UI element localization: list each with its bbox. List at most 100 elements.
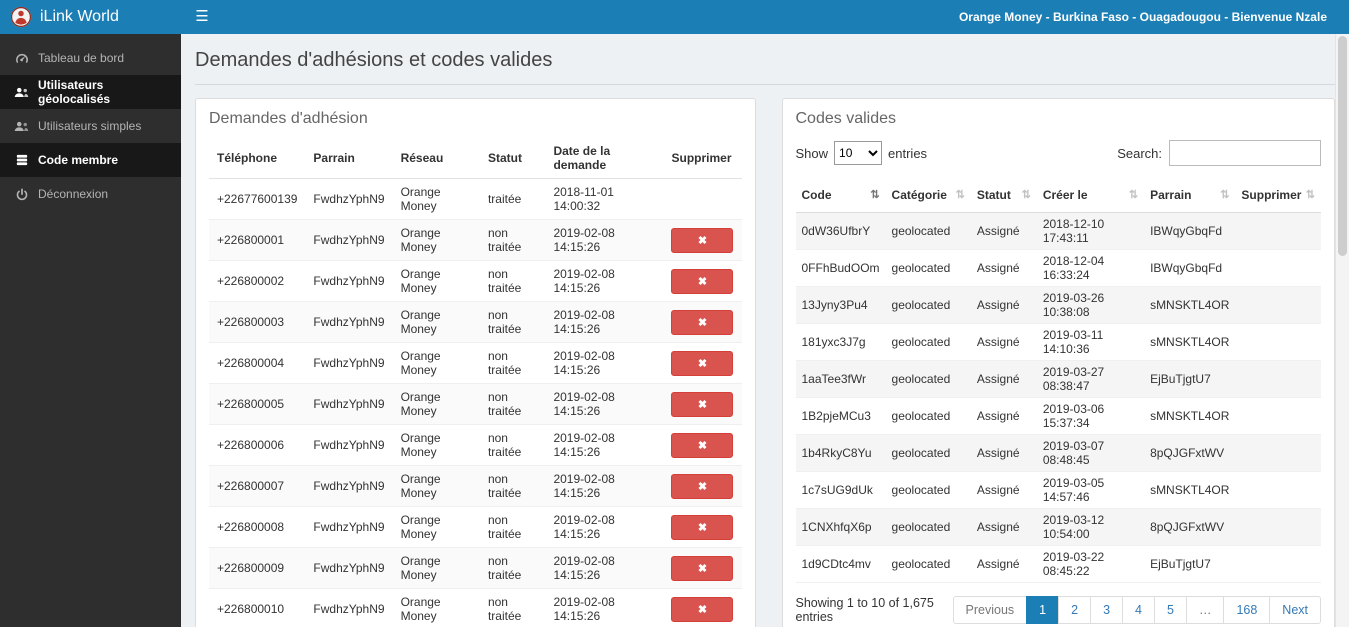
cell-supprimer-empty <box>1235 434 1321 472</box>
delete-x-icon: ✖ <box>697 275 708 288</box>
cell-supprimer: ✖ <box>663 424 742 466</box>
adhesion-row: +226800007 FwdhzYphN9 Orange Money non trai… <box>209 465 742 507</box>
entries-label: entries <box>888 145 928 161</box>
adhesions-column-header: Statut <box>479 138 546 179</box>
cell-telephone: +226800010 <box>209 588 306 627</box>
sidebar-item-dashboard[interactable]: Tableau de bord <box>0 41 181 75</box>
cell-parrain: FwdhzYphN9 <box>305 301 393 343</box>
search-input[interactable] <box>1169 140 1321 166</box>
codes-column-header[interactable]: Catégorie ⇅ <box>885 178 971 213</box>
column-label: Date de la demande <box>553 144 611 172</box>
search-control: Search: <box>1117 140 1321 166</box>
brand[interactable]: iLink World <box>0 0 181 34</box>
cell-statut: non traitée <box>479 547 546 589</box>
codes-column-header[interactable]: Statut ⇅ <box>970 178 1037 213</box>
page-length-select[interactable]: 10 <box>834 141 883 165</box>
cell-supprimer-empty <box>1235 323 1321 361</box>
adhesions-header-row: Téléphone Parrain Réseau Statut Date de la d… <box>209 138 742 179</box>
table-info: Showing 1 to 10 of 1,675 entries <box>795 595 934 624</box>
cell-date: 2019-02-08 14:15:26 <box>545 424 664 466</box>
cell-creer_le: 2019-03-05 14:57:46 <box>1036 471 1145 509</box>
cell-parrain: sMNSKTL4OR <box>1144 323 1236 361</box>
brand-title: iLink World <box>40 8 119 25</box>
codes-column-header[interactable]: Parrain ⇅ <box>1144 178 1236 213</box>
delete-button[interactable]: ✖ <box>671 350 734 376</box>
cell-supprimer: ✖ <box>663 301 742 343</box>
delete-button[interactable]: ✖ <box>671 268 734 294</box>
cell-parrain: sMNSKTL4OR <box>1144 471 1236 509</box>
page-button-5[interactable]: 5 <box>1153 595 1187 624</box>
page-button-4[interactable]: 4 <box>1122 595 1155 624</box>
page-button-1[interactable]: 1 <box>1026 595 1060 624</box>
cell-statut: non traitée <box>479 588 546 627</box>
delete-button[interactable]: ✖ <box>671 473 734 499</box>
cell-supprimer-empty <box>1235 397 1321 435</box>
delete-button[interactable]: ✖ <box>671 555 734 581</box>
column-label: Supprimer <box>671 151 732 165</box>
cell-supprimer-empty <box>1235 249 1321 287</box>
cell-creer_le: 2019-03-06 15:37:34 <box>1036 397 1145 435</box>
codes-column-header[interactable]: Créer le ⇅ <box>1036 178 1145 213</box>
delete-button[interactable]: ✖ <box>671 309 734 335</box>
sidebar-item-simple-users[interactable]: Utilisateurs simples <box>0 109 181 143</box>
cell-statut: non traitée <box>479 260 546 302</box>
cell-supprimer: ✖ <box>663 342 742 384</box>
cell-reseau: Orange Money <box>392 342 480 384</box>
codes-table: Code ⇅ Catégorie ⇅ Statut ⇅ Créer le ⇅ Parrain ⇅ S… <box>795 178 1321 583</box>
logo-icon <box>10 6 32 28</box>
page-button-previous[interactable]: Previous <box>952 595 1028 624</box>
page-button-168[interactable]: 168 <box>1223 595 1271 624</box>
sidebar-item-member-code[interactable]: Code membre <box>0 143 181 177</box>
code-row: 13Jyny3Pu4 geolocated Assigné 2019-03-26 10… <box>795 286 1321 324</box>
code-row: 1d9CDtc4mv geolocated Assigné 2019-03-22 08… <box>795 545 1321 583</box>
codes-panel-title: Codes valides <box>795 110 897 127</box>
cell-parrain: FwdhzYphN9 <box>305 547 393 589</box>
cell-code: 1B2pjeMCu3 <box>795 397 886 435</box>
scrollbar-thumb[interactable] <box>1338 36 1347 256</box>
cell-parrain: FwdhzYphN9 <box>305 506 393 548</box>
cell-code: 1aaTee3fWr <box>795 360 886 398</box>
gauge-icon <box>14 53 29 64</box>
cell-reseau: Orange Money <box>392 219 480 261</box>
cell-telephone: +226800003 <box>209 301 306 343</box>
sidebar-item-geo-users[interactable]: Utilisateurs géolocalisés <box>0 75 181 109</box>
cell-date: 2019-02-08 14:15:26 <box>545 219 664 261</box>
cell-date: 2019-02-08 14:15:26 <box>545 465 664 507</box>
cell-supprimer: ✖ <box>663 383 742 425</box>
adhesions-panel: Demandes d'adhésion Téléphone Parrain Rése… <box>195 98 756 627</box>
cell-supprimer-empty <box>1235 286 1321 324</box>
page-button-3[interactable]: 3 <box>1090 595 1124 624</box>
cell-supprimer: ✖ <box>663 547 742 589</box>
code-row: 1c7sUG9dUk geolocated Assigné 2019-03-05 14… <box>795 471 1321 509</box>
scrollbar[interactable] <box>1335 34 1349 627</box>
cell-statut: non traitée <box>479 342 546 384</box>
delete-x-icon: ✖ <box>697 398 708 411</box>
page-button-2[interactable]: 2 <box>1058 595 1092 624</box>
delete-button[interactable]: ✖ <box>671 514 734 540</box>
topbar: iLink World ☰ Orange Money - Burkina Fas… <box>0 0 1349 34</box>
codes-column-header[interactable]: Code ⇅ <box>795 178 886 213</box>
sidebar-item-label: Utilisateurs géolocalisés <box>38 78 111 106</box>
delete-button[interactable]: ✖ <box>671 227 734 253</box>
cell-telephone: +226800002 <box>209 260 306 302</box>
codes-panel: Codes valides Show 10 entries Search: Co… <box>781 98 1335 627</box>
cell-telephone: +226800009 <box>209 547 306 589</box>
adhesion-row: +226800008 FwdhzYphN9 Orange Money non trai… <box>209 506 742 548</box>
cell-statut: Assigné <box>970 508 1037 546</box>
sort-icon: ⇅ <box>1220 188 1230 201</box>
sidebar-toggle-button[interactable]: ☰ <box>181 0 223 34</box>
cell-parrain: FwdhzYphN9 <box>305 424 393 466</box>
delete-button[interactable]: ✖ <box>671 391 734 417</box>
sidebar-item-logout[interactable]: Déconnexion <box>0 177 181 211</box>
delete-button[interactable]: ✖ <box>671 432 734 458</box>
page-button-next[interactable]: Next <box>1269 595 1321 624</box>
delete-button[interactable]: ✖ <box>671 596 734 622</box>
column-label: Code <box>801 187 832 202</box>
cell-parrain: FwdhzYphN9 <box>305 383 393 425</box>
cell-parrain: FwdhzYphN9 <box>305 342 393 384</box>
cell-reseau: Orange Money <box>392 383 480 425</box>
codes-column-header[interactable]: Supprimer ⇅ <box>1235 178 1321 213</box>
cell-categorie: geolocated <box>885 360 971 398</box>
delete-x-icon: ✖ <box>697 562 708 575</box>
code-row: 1aaTee3fWr geolocated Assigné 2019-03-27 08… <box>795 360 1321 398</box>
